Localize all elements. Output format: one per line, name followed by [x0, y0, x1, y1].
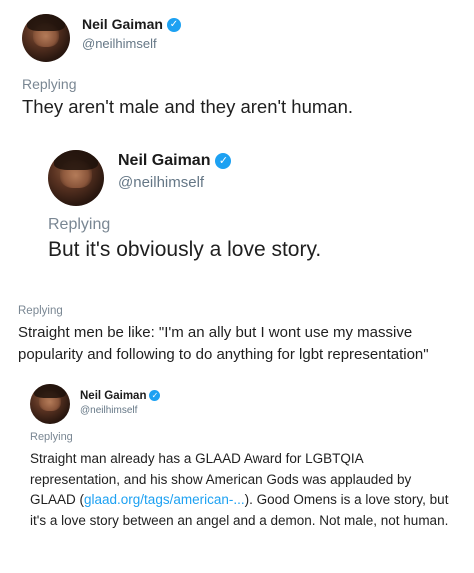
display-name[interactable]: Neil Gaiman — [80, 390, 146, 402]
user-handle[interactable]: @neilhimself — [80, 405, 137, 416]
display-name-row[interactable]: Neil Gaiman ✓ — [118, 152, 232, 170]
user-handle[interactable]: @neilhimself — [82, 36, 157, 51]
display-name-row[interactable]: Neil Gaiman ✓ — [82, 16, 181, 33]
avatar[interactable] — [48, 150, 104, 206]
display-name[interactable]: Neil Gaiman — [118, 152, 210, 169]
display-name-row[interactable]: Neil Gaiman ✓ — [80, 390, 161, 402]
replying-label[interactable]: Replying — [30, 431, 73, 443]
tweet-text: They aren't male and they aren't human. — [22, 96, 354, 117]
tweet-text: But it's obviously a love story. — [48, 238, 322, 261]
tweet-text: Straight men be like: "I'm an ally but I… — [18, 324, 429, 363]
replying-label[interactable]: Replying — [18, 305, 63, 317]
verified-check-icon: ✓ — [215, 152, 232, 169]
verified-check-icon: ✓ — [166, 18, 181, 33]
user-handle[interactable]: @neilhimself — [118, 174, 204, 191]
tweet-text: Straight man already has a GLAAD Award f… — [30, 449, 450, 531]
avatar[interactable] — [22, 14, 70, 62]
verified-check-icon: ✓ — [149, 390, 161, 402]
glaad-link[interactable]: glaad.org/tags/american-... — [84, 492, 245, 507]
replying-label[interactable]: Replying — [22, 76, 76, 92]
replying-label[interactable]: Replying — [48, 216, 110, 234]
avatar[interactable] — [30, 384, 70, 424]
display-name[interactable]: Neil Gaiman — [82, 16, 163, 32]
